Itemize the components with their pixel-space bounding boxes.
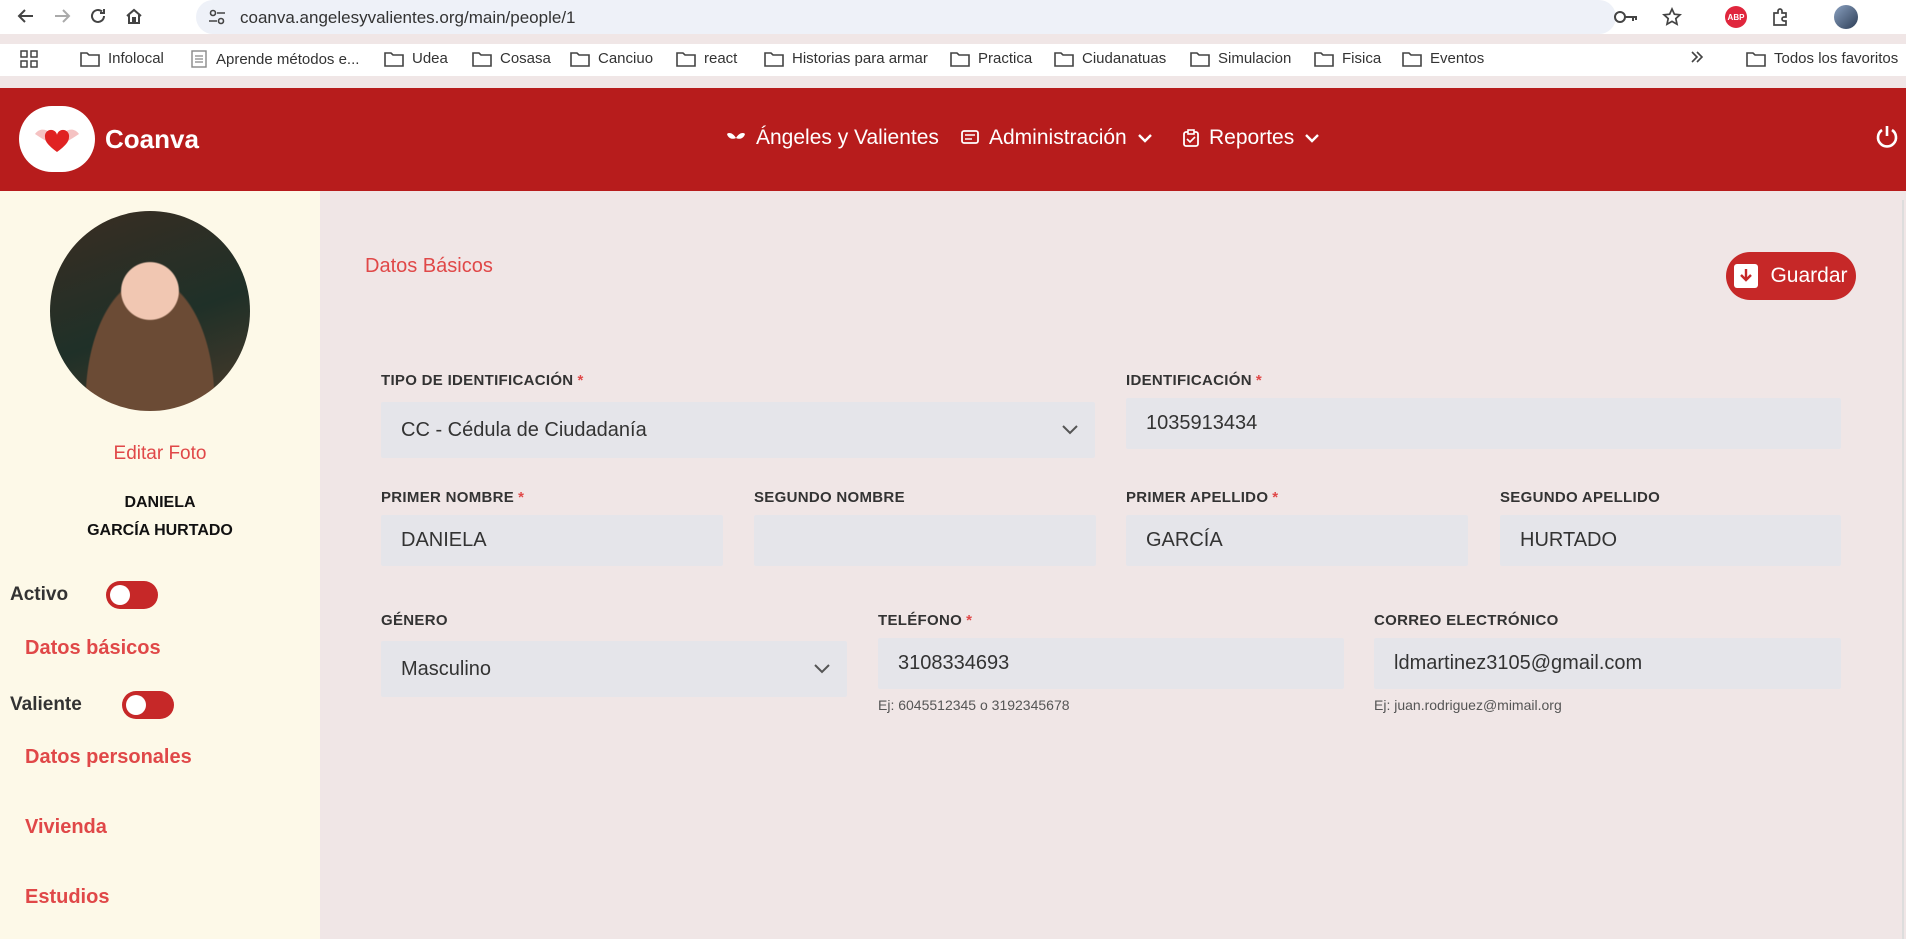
- all-bookmarks[interactable]: Todos los favoritos: [1746, 50, 1898, 67]
- second-surname-label: SEGUNDO APELLIDO: [1500, 489, 1661, 506]
- bookmark-item[interactable]: Eventos: [1402, 50, 1484, 67]
- bookmark-item[interactable]: Cosasa: [472, 50, 551, 67]
- profile-photo: [50, 211, 250, 411]
- folder-icon: [1054, 51, 1074, 67]
- url-text[interactable]: coanva.angelesyvalientes.org/main/people…: [240, 8, 576, 28]
- save-button[interactable]: Guardar: [1726, 252, 1856, 300]
- folder-icon: [80, 51, 100, 67]
- folder-icon: [472, 51, 492, 67]
- chevron-down-icon: [1062, 425, 1078, 435]
- email-input[interactable]: ldmartinez3105@gmail.com: [1374, 638, 1841, 689]
- bookmark-item[interactable]: react: [676, 50, 737, 67]
- chevron-down-icon: [1137, 134, 1152, 143]
- scrollbar[interactable]: [1902, 200, 1904, 939]
- bookmark-item[interactable]: Infolocal: [80, 50, 164, 67]
- clipboard-icon: [1183, 129, 1199, 147]
- activo-row: Activo: [10, 581, 159, 609]
- phone-hint: Ej: 6045512345 o 3192345678: [878, 697, 1070, 713]
- valiente-toggle[interactable]: [121, 691, 174, 719]
- folder-icon: [950, 51, 970, 67]
- folder-icon: [1190, 51, 1210, 67]
- message-icon: [961, 130, 979, 144]
- profile-sidebar: Editar Foto DANIELA GARCÍA HURTADO Activ…: [0, 191, 320, 939]
- bookmarks-bar: Infolocal Aprende métodos e... Udea Cosa…: [0, 44, 1906, 76]
- phone-label: TELÉFONO *: [878, 612, 973, 629]
- menu-administracion[interactable]: Administración: [961, 126, 1163, 150]
- key-icon[interactable]: [1614, 8, 1638, 31]
- bookmark-item[interactable]: Ciudanatuas: [1054, 50, 1166, 67]
- gender-label: GÉNERO: [381, 612, 448, 629]
- id-number-input[interactable]: 1035913434: [1126, 398, 1841, 449]
- bookmark-item[interactable]: Historias para armar: [764, 50, 928, 67]
- app-header: Coanva Ángeles y Valientes Administració…: [0, 88, 1906, 191]
- download-icon: [1734, 264, 1759, 288]
- profile-avatar[interactable]: [1834, 5, 1858, 29]
- second-name-input[interactable]: [754, 515, 1096, 566]
- valiente-row: Valiente: [10, 691, 174, 719]
- folder-icon: [1746, 51, 1766, 67]
- coanva-logo[interactable]: [19, 106, 95, 172]
- extensions-icon[interactable]: [1768, 5, 1792, 29]
- brand-title[interactable]: Coanva: [105, 124, 199, 155]
- folder-icon: [384, 51, 404, 67]
- second-name-label: SEGUNDO NOMBRE: [754, 489, 905, 506]
- back-icon[interactable]: [14, 4, 38, 28]
- folder-icon: [1402, 51, 1422, 67]
- first-name-input[interactable]: DANIELA: [381, 515, 723, 566]
- forward-icon[interactable]: [50, 4, 74, 28]
- second-surname-input[interactable]: HURTADO: [1500, 515, 1841, 566]
- wings-icon: [727, 133, 745, 139]
- reload-icon[interactable]: [86, 4, 110, 28]
- sidebar-link-datos-personales[interactable]: Datos personales: [25, 746, 192, 769]
- phone-input[interactable]: 3108334693: [878, 638, 1344, 689]
- id-number-label: IDENTIFICACIÓN *: [1126, 372, 1263, 389]
- site-settings-icon[interactable]: [208, 9, 226, 30]
- person-name: DANIELA GARCÍA HURTADO: [87, 494, 233, 539]
- power-icon[interactable]: [1874, 124, 1900, 155]
- address-bar[interactable]: coanva.angelesyvalientes.org/main/people…: [196, 0, 1637, 34]
- more-bookmarks-icon[interactable]: [1690, 50, 1712, 64]
- folder-icon: [676, 51, 696, 67]
- chevron-down-icon: [1305, 134, 1320, 143]
- activo-toggle[interactable]: [106, 581, 159, 609]
- folder-icon: [570, 51, 590, 67]
- section-title: Datos Básicos: [365, 255, 493, 277]
- home-icon[interactable]: [122, 4, 146, 28]
- bookmark-item[interactable]: Practica: [950, 50, 1032, 67]
- id-type-select[interactable]: CC - Cédula de Ciudadanía: [381, 402, 1095, 458]
- bookmark-item[interactable]: Udea: [384, 50, 448, 67]
- edit-photo-link[interactable]: Editar Foto: [0, 443, 320, 465]
- chevron-down-icon: [814, 664, 830, 674]
- page-icon: [191, 50, 207, 68]
- first-name-label: PRIMER NOMBRE *: [381, 489, 525, 506]
- sidebar-link-vivienda[interactable]: Vivienda: [25, 816, 107, 839]
- id-type-label: TIPO DE IDENTIFICACIÓN *: [381, 372, 584, 389]
- apps-grid-icon[interactable]: [20, 50, 46, 68]
- sidebar-link-estudios[interactable]: Estudios: [25, 886, 109, 909]
- folder-icon: [764, 51, 784, 67]
- first-surname-label: PRIMER APELLIDO *: [1126, 489, 1279, 506]
- folder-icon: [1314, 51, 1334, 67]
- email-label: CORREO ELECTRÓNICO: [1374, 612, 1559, 629]
- sidebar-link-datos-basicos[interactable]: Datos básicos: [25, 637, 161, 660]
- menu-reportes[interactable]: Reportes: [1183, 126, 1330, 150]
- adblock-icon[interactable]: ABP: [1724, 5, 1748, 29]
- bookmark-item[interactable]: Fisica: [1314, 50, 1381, 67]
- email-hint: Ej: juan.rodriguez@mimail.org: [1374, 697, 1562, 713]
- gender-select[interactable]: Masculino: [381, 641, 847, 697]
- star-icon[interactable]: [1660, 5, 1684, 29]
- first-surname-input[interactable]: GARCÍA: [1126, 515, 1468, 566]
- bookmark-item[interactable]: Simulacion: [1190, 50, 1291, 67]
- menu-angeles-valientes[interactable]: Ángeles y Valientes: [726, 126, 939, 150]
- bookmark-item[interactable]: Canciuo: [570, 50, 653, 67]
- browser-toolbar: coanva.angelesyvalientes.org/main/people…: [0, 0, 1906, 34]
- bookmark-item[interactable]: Aprende métodos e...: [190, 50, 359, 68]
